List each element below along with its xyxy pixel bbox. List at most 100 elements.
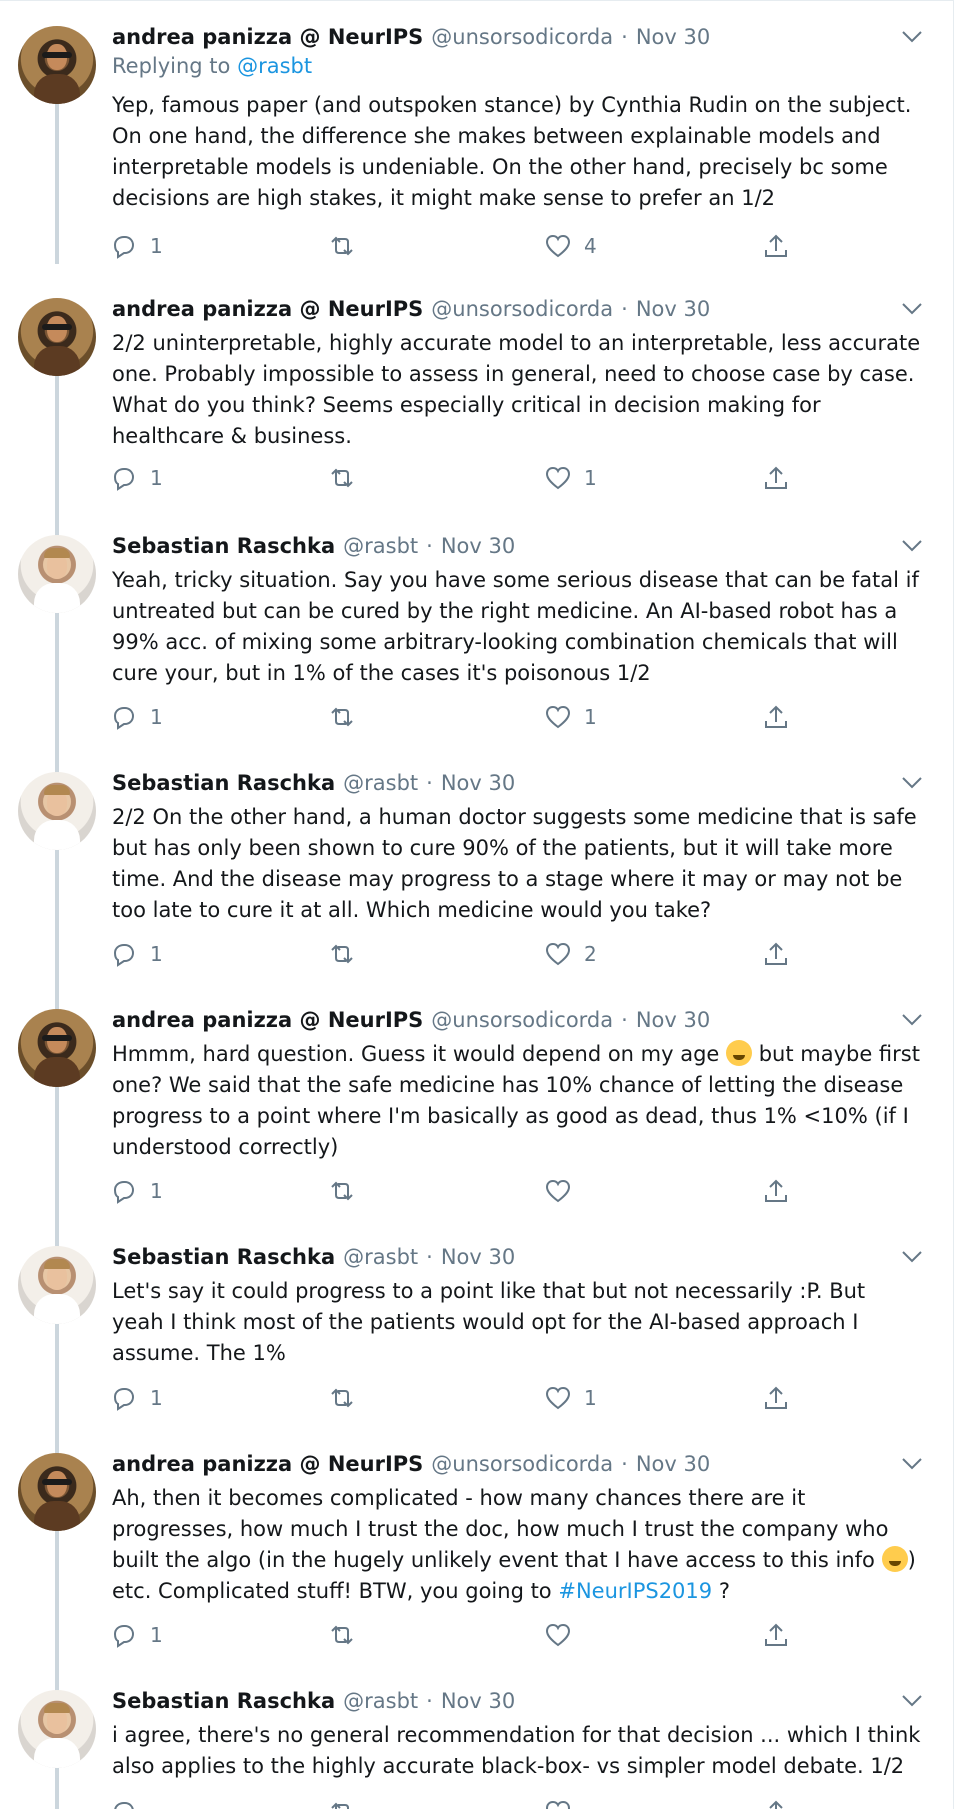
caret-down-icon[interactable] xyxy=(901,302,923,316)
author-name[interactable]: andrea panizza @ NeurIPS xyxy=(112,25,423,49)
caret-down-icon[interactable] xyxy=(901,30,923,44)
avatar[interactable] xyxy=(18,772,96,850)
like-button[interactable]: 1 xyxy=(544,701,597,733)
share-button[interactable] xyxy=(762,1382,790,1414)
tweet-text: Ah, then it becomes complicated - how ma… xyxy=(112,1483,922,1607)
separator-dot: · xyxy=(621,1452,628,1476)
like-button[interactable]: 1 xyxy=(544,1382,597,1414)
retweet-button[interactable] xyxy=(328,1619,368,1651)
retweet-button[interactable] xyxy=(328,230,368,262)
share-button[interactable] xyxy=(762,1796,790,1809)
reply-button[interactable]: 1 xyxy=(110,1382,163,1414)
retweet-button[interactable] xyxy=(328,462,368,494)
tweet[interactable]: andrea panizza @ NeurIPS @unsorsodicorda… xyxy=(0,22,953,264)
avatar[interactable] xyxy=(18,1690,96,1768)
reply-button[interactable] xyxy=(110,1796,138,1809)
retweet-icon xyxy=(331,468,353,488)
author-name[interactable]: andrea panizza @ NeurIPS xyxy=(112,297,423,321)
like-button[interactable] xyxy=(544,1796,572,1809)
author-name[interactable]: Sebastian Raschka xyxy=(112,1689,335,1713)
share-button[interactable] xyxy=(762,230,790,262)
reply-icon xyxy=(113,707,135,730)
avatar[interactable] xyxy=(18,1246,96,1324)
like-button[interactable]: 2 xyxy=(544,938,597,970)
tweet[interactable]: andrea panizza @ NeurIPS @unsorsodicorda… xyxy=(0,1005,953,1247)
reply-button[interactable]: 1 xyxy=(110,938,163,970)
share-button[interactable] xyxy=(762,701,790,733)
like-button[interactable] xyxy=(544,1619,584,1651)
like-icon xyxy=(545,466,571,490)
caret-down-icon[interactable] xyxy=(901,539,923,553)
tweet-date[interactable]: Nov 30 xyxy=(636,1452,710,1476)
reply-button[interactable]: 1 xyxy=(110,1619,163,1651)
hashtag-link[interactable]: #NeurIPS2019 xyxy=(558,1579,712,1603)
reply-button[interactable]: 1 xyxy=(110,1175,163,1207)
reply-button[interactable]: 1 xyxy=(110,462,163,494)
author-name[interactable]: Sebastian Raschka xyxy=(112,534,335,558)
tweet[interactable]: andrea panizza @ NeurIPS @unsorsodicorda… xyxy=(0,294,953,536)
tweet-text: Yep, famous paper (and outspoken stance)… xyxy=(112,93,912,210)
like-button[interactable] xyxy=(544,1175,584,1207)
caret-down-icon[interactable] xyxy=(901,1250,923,1264)
tweet-actions: 1 2 xyxy=(110,938,810,970)
author-handle[interactable]: @unsorsodicorda xyxy=(431,25,613,49)
like-button[interactable]: 4 xyxy=(544,230,597,262)
author-name[interactable]: Sebastian Raschka xyxy=(112,771,335,795)
thread-line xyxy=(55,850,59,1010)
author-handle[interactable]: @rasbt xyxy=(343,534,418,558)
like-count: 1 xyxy=(584,705,597,729)
tweet[interactable]: Sebastian Raschka @rasbt · Nov 30 i agre… xyxy=(0,1686,953,1809)
share-button[interactable] xyxy=(762,938,790,970)
retweet-button[interactable] xyxy=(328,938,368,970)
like-count: 2 xyxy=(584,942,597,966)
avatar[interactable] xyxy=(18,298,96,376)
author-handle[interactable]: @rasbt xyxy=(343,1245,418,1269)
retweet-button[interactable] xyxy=(328,1796,356,1809)
replying-label: Replying to xyxy=(112,54,238,78)
caret-down-icon[interactable] xyxy=(901,776,923,790)
tweet[interactable]: Sebastian Raschka @rasbt · Nov 30 Yeah, … xyxy=(0,531,953,773)
reply-icon xyxy=(113,1388,135,1411)
share-button[interactable] xyxy=(762,1175,790,1207)
tweet[interactable]: Sebastian Raschka @rasbt · Nov 30 Let's … xyxy=(0,1242,953,1456)
thread-line xyxy=(55,104,59,264)
tweet-date[interactable]: Nov 30 xyxy=(441,534,515,558)
tweet[interactable]: Sebastian Raschka @rasbt · Nov 30 2/2 On… xyxy=(0,768,953,1010)
tweet-date[interactable]: Nov 30 xyxy=(636,25,710,49)
avatar[interactable] xyxy=(18,1009,96,1087)
tweet-date[interactable]: Nov 30 xyxy=(636,297,710,321)
author-name[interactable]: andrea panizza @ NeurIPS xyxy=(112,1008,423,1032)
like-button[interactable]: 1 xyxy=(544,462,597,494)
share-button[interactable] xyxy=(762,1619,790,1651)
replying-to: Replying to @rasbt xyxy=(112,54,312,78)
tweet[interactable]: andrea panizza @ NeurIPS @unsorsodicorda… xyxy=(0,1449,953,1691)
avatar[interactable] xyxy=(18,535,96,613)
share-button[interactable] xyxy=(762,462,790,494)
tweet-date[interactable]: Nov 30 xyxy=(441,1689,515,1713)
caret-down-icon[interactable] xyxy=(901,1457,923,1471)
tweet-date[interactable]: Nov 30 xyxy=(636,1008,710,1032)
avatar[interactable] xyxy=(18,26,96,104)
author-name[interactable]: andrea panizza @ NeurIPS xyxy=(112,1452,423,1476)
author-name[interactable]: Sebastian Raschka xyxy=(112,1245,335,1269)
avatar[interactable] xyxy=(18,1453,96,1531)
tweet-header: andrea panizza @ NeurIPS @unsorsodicorda… xyxy=(112,22,710,52)
retweet-button[interactable] xyxy=(328,701,368,733)
reply-count: 1 xyxy=(150,705,163,729)
caret-down-icon[interactable] xyxy=(901,1013,923,1027)
reply-button[interactable]: 1 xyxy=(110,701,163,733)
retweet-button[interactable] xyxy=(328,1382,368,1414)
author-handle[interactable]: @rasbt xyxy=(343,771,418,795)
retweet-button[interactable] xyxy=(328,1175,368,1207)
author-handle[interactable]: @unsorsodicorda xyxy=(431,1008,613,1032)
author-handle[interactable]: @unsorsodicorda xyxy=(431,297,613,321)
separator-dot: · xyxy=(426,1245,433,1269)
author-handle[interactable]: @unsorsodicorda xyxy=(431,1452,613,1476)
tweet-date[interactable]: Nov 30 xyxy=(441,771,515,795)
author-handle[interactable]: @rasbt xyxy=(343,1689,418,1713)
tweet-actions: 1 1 xyxy=(110,462,810,494)
caret-down-icon[interactable] xyxy=(901,1694,923,1708)
reply-button[interactable]: 1 xyxy=(110,230,163,262)
mention-link[interactable]: @rasbt xyxy=(237,54,312,78)
tweet-date[interactable]: Nov 30 xyxy=(441,1245,515,1269)
